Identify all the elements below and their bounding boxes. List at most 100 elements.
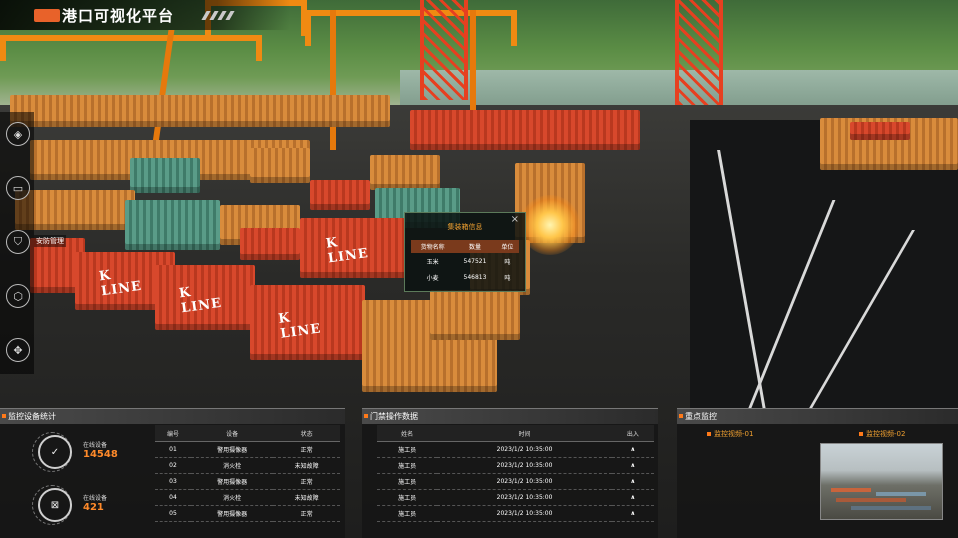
check-monitor-icon: ✓ [38, 435, 72, 469]
direction-up-icon: ∧ [611, 505, 654, 522]
monitor-button[interactable]: ▭ [6, 176, 30, 200]
table-row[interactable]: 02 消火栓 未知故障 [155, 457, 340, 474]
title-decoration [225, 11, 235, 20]
cube-button[interactable]: ⬡ [6, 284, 30, 308]
person-name: 施工员 [377, 441, 438, 458]
person-name: 施工员 [377, 473, 438, 490]
cargo-unit: 吨 [504, 258, 511, 266]
key-monitoring-panel: 重点监控 监控视频-01 监控视频-02 [677, 408, 958, 538]
monitor-stats-panel: 监控设备统计 ✓ 在线设备 14548 ⊠ 在线设备 421 编号 设备 状态 … [0, 408, 345, 538]
red-tower-crane [420, 0, 468, 100]
column-header: 编号 [155, 425, 191, 442]
camera-tab-02[interactable]: 监控视频-02 [859, 429, 905, 439]
device-name: 消火栓 [190, 489, 274, 506]
column-header: 设备 [190, 425, 274, 442]
table-row: 小麦 546813 吨 [411, 269, 519, 285]
container [310, 180, 370, 210]
device-status: 正常 [273, 505, 340, 522]
video-container-row [831, 488, 871, 492]
table-row[interactable]: 04 消火栓 未知故障 [155, 489, 340, 506]
container [125, 200, 220, 250]
video-container-row [836, 498, 906, 502]
security-label: 安防管理 [34, 235, 66, 247]
person-name: 施工员 [377, 489, 438, 506]
device-name: 警用摄像器 [190, 441, 274, 458]
device-status: 正常 [273, 473, 340, 490]
device-id: 05 [155, 505, 191, 522]
table-row[interactable]: 01 警用摄像器 正常 [155, 441, 340, 458]
close-icon[interactable]: × [511, 214, 519, 225]
access-time: 2023/1/2 10:35:00 [437, 441, 612, 458]
container [430, 290, 520, 340]
cargo-quantity: 547521 [463, 257, 487, 265]
layers-button[interactable]: ◈ [6, 122, 30, 146]
table-row[interactable]: 施工员 2023/1/2 10:35:00 ∧ [377, 489, 654, 506]
container-info-popup: 集装箱信息 × 货物名称 数量 单位 玉米 547521 吨 小麦 546813… [404, 212, 526, 292]
container [410, 110, 640, 150]
device-status: 正常 [273, 441, 340, 458]
camera-label: 监控视频-01 [714, 430, 754, 438]
cargo-table: 货物名称 数量 单位 玉米 547521 吨 小麦 546813 吨 [411, 240, 519, 285]
table-row[interactable]: 施工员 2023/1/2 10:35:00 ∧ [377, 457, 654, 474]
table-row[interactable]: 03 警用摄像器 正常 [155, 473, 340, 490]
red-tower-crane [675, 0, 723, 105]
table-row[interactable]: 施工员 2023/1/2 10:35:00 ∧ [377, 473, 654, 490]
container [240, 228, 300, 260]
left-nav-rail: ◈ ▭ ⛉ ⬡ ✥ [0, 112, 34, 374]
container [850, 122, 910, 140]
navigation-button[interactable]: ✥ [6, 338, 30, 362]
direction-up-icon: ∧ [611, 441, 654, 458]
container-logo-text: K LINE [324, 235, 370, 267]
container-logo-text: K LINE [98, 267, 143, 300]
table-row[interactable]: 施工员 2023/1/2 10:35:00 ∧ [377, 441, 654, 458]
navigation-icon: ✥ [13, 343, 23, 357]
cargo-name: 玉米 [426, 258, 439, 266]
container: K LINE [300, 218, 405, 278]
device-id: 01 [155, 441, 191, 458]
gate-access-panel: 门禁操作数据 姓名 时间 出入 施工员 2023/1/2 10:35:00 ∧ 施工… [362, 408, 658, 538]
panel-title: 监控设备统计 [8, 412, 56, 421]
access-time: 2023/1/2 10:35:00 [437, 505, 612, 522]
video-container-row [876, 492, 926, 496]
light-flare [520, 195, 580, 255]
device-id: 03 [155, 473, 191, 490]
person-name: 施工员 [377, 505, 438, 522]
title-bar: 港口可视化平台 [0, 0, 290, 30]
stat-label: 在线设备 [83, 495, 108, 502]
device-name: 警用摄像器 [190, 505, 274, 522]
direction-up-icon: ∧ [611, 489, 654, 506]
header-marker [2, 414, 6, 418]
popup-title: 集装箱信息 [447, 223, 483, 231]
container-logo-text: K LINE [178, 284, 223, 316]
app-logo [34, 9, 60, 22]
container [130, 158, 200, 193]
table-row[interactable]: 施工员 2023/1/2 10:35:00 ∧ [377, 505, 654, 522]
access-time: 2023/1/2 10:35:00 [437, 489, 612, 506]
container: K LINE [155, 265, 255, 330]
container [10, 95, 390, 127]
column-header: 出入 [611, 425, 654, 442]
security-button[interactable]: ⛉ [6, 230, 30, 254]
device-table: 编号 设备 状态 01 警用摄像器 正常 02 消火栓 未知故障 03 警用摄像器 正常 0… [155, 425, 340, 522]
cargo-name: 小麦 [426, 274, 439, 282]
gantry-crane [0, 35, 262, 61]
direction-up-icon: ∧ [611, 457, 654, 474]
table-row: 玉米 547521 吨 [411, 253, 519, 269]
header-marker [679, 414, 683, 418]
cargo-unit: 吨 [504, 274, 511, 282]
container: K LINE [250, 285, 365, 360]
direction-up-icon: ∧ [611, 473, 654, 490]
person-name: 施工员 [377, 457, 438, 474]
panel-header: 监控设备统计 [0, 408, 345, 424]
camera-tab-01[interactable]: 监控视频-01 [707, 429, 753, 439]
access-time: 2023/1/2 10:35:00 [437, 473, 612, 490]
panel-title: 门禁操作数据 [370, 412, 418, 421]
gate-access-table: 姓名 时间 出入 施工员 2023/1/2 10:35:00 ∧ 施工员 2023/1… [377, 425, 654, 522]
container [370, 155, 440, 190]
camera-video-feed[interactable] [820, 443, 943, 520]
column-header: 状态 [273, 425, 340, 442]
column-header: 姓名 [377, 425, 438, 442]
column-header: 单位 [495, 240, 519, 253]
stat-value: 421 [83, 502, 104, 513]
table-row[interactable]: 05 警用摄像器 正常 [155, 505, 340, 522]
